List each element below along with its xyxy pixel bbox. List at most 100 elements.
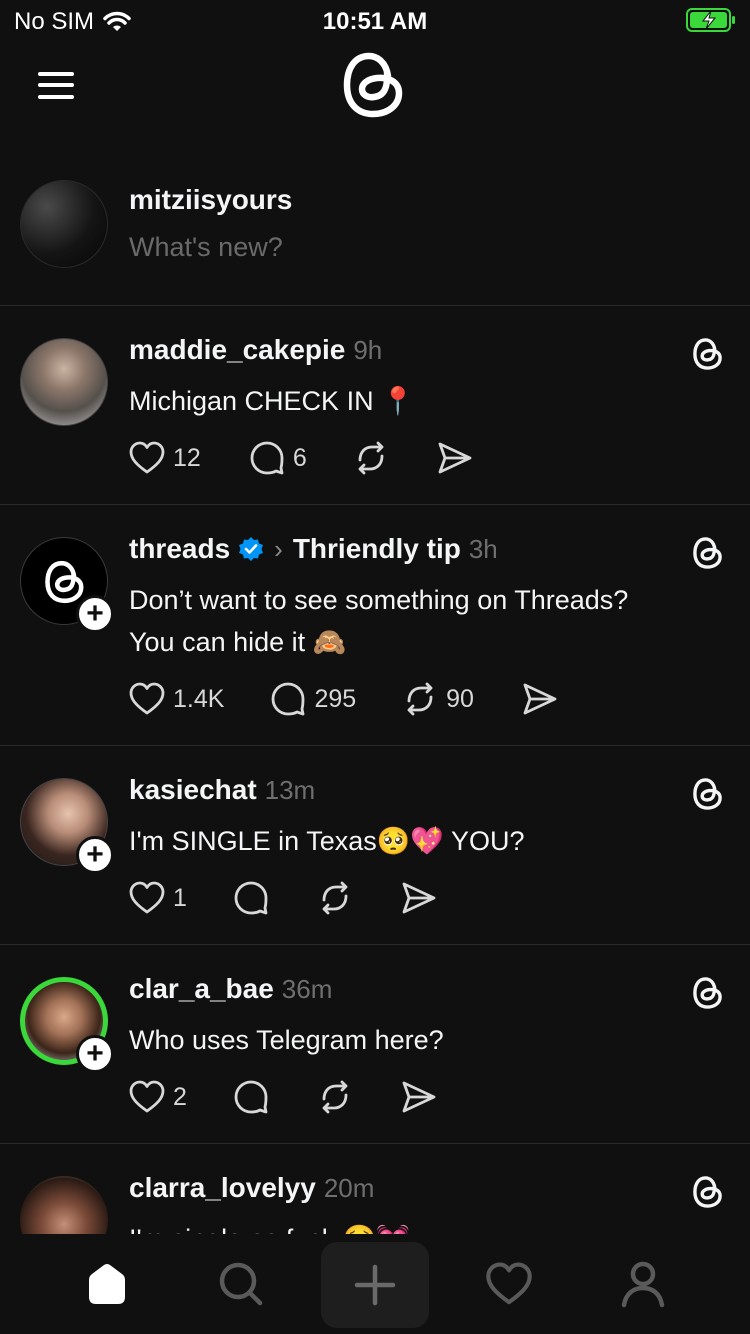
chevron-right-icon: › xyxy=(274,533,283,564)
post-text-line: You can hide it 🙈 xyxy=(129,627,347,657)
like-button[interactable]: 12 xyxy=(129,441,201,475)
share-button[interactable] xyxy=(437,441,473,475)
avatar[interactable] xyxy=(20,338,108,426)
search-icon xyxy=(219,1262,263,1306)
like-count: 12 xyxy=(173,443,201,472)
tab-activity[interactable] xyxy=(477,1256,541,1312)
post-time: 13m xyxy=(264,774,316,805)
post-actions: 12 6 xyxy=(129,440,473,476)
share-button[interactable] xyxy=(401,1080,437,1114)
composer-username: mitziisyours xyxy=(129,184,293,215)
plus-icon xyxy=(354,1264,396,1306)
like-button[interactable]: 2 xyxy=(129,1080,187,1114)
threads-icon xyxy=(693,338,722,370)
comment-icon xyxy=(272,682,305,716)
heart-icon xyxy=(129,1080,165,1113)
post-time: 9h xyxy=(353,334,383,365)
like-count: 1.4K xyxy=(173,684,225,713)
post[interactable]: + kasiechat 13m I'm SINGLE in Texas🥺💖 YO… xyxy=(0,746,750,944)
heart-icon xyxy=(129,441,165,474)
threads-icon xyxy=(693,977,722,1009)
reply-button[interactable]: 295 xyxy=(270,681,356,717)
reply-count: 295 xyxy=(314,684,357,713)
post[interactable]: + clar_a_bae 36m Who uses Telegram here?… xyxy=(0,945,750,1143)
verified-badge-icon xyxy=(239,537,264,561)
tab-create[interactable] xyxy=(321,1242,429,1328)
comment-icon xyxy=(234,881,268,915)
post-username[interactable]: clarra_lovelyy xyxy=(129,1172,316,1204)
threads-logo-icon[interactable] xyxy=(341,48,407,122)
repost-button[interactable] xyxy=(317,880,353,916)
like-button[interactable]: 1 xyxy=(129,881,187,915)
tab-home[interactable] xyxy=(75,1256,139,1312)
like-count: 1 xyxy=(173,883,187,912)
post-actions: 1.4K 295 90 xyxy=(129,681,558,717)
post[interactable]: maddie_cakepie 9h Michigan CHECK IN 📍 12… xyxy=(0,306,750,504)
post-text: Don’t want to see something on Threads? … xyxy=(129,579,719,663)
tab-bar xyxy=(0,1234,750,1334)
post-actions: 2 xyxy=(129,1079,437,1115)
composer-placeholder[interactable]: What's new? xyxy=(129,232,283,263)
post-username[interactable]: maddie_cakepie xyxy=(129,334,345,366)
avatar[interactable] xyxy=(20,180,108,268)
comment-icon xyxy=(250,441,284,475)
post-actions: 1 xyxy=(129,880,437,916)
status-time: 10:51 AM xyxy=(322,8,428,35)
post-username[interactable]: clar_a_bae xyxy=(129,973,274,1005)
repost-icon xyxy=(358,441,384,475)
follow-button[interactable]: + xyxy=(76,595,114,633)
post-username[interactable]: threads xyxy=(129,533,230,565)
repost-button[interactable] xyxy=(317,1079,353,1115)
profile-icon xyxy=(621,1261,665,1308)
repost-button[interactable]: 90 xyxy=(402,681,474,717)
repost-count: 90 xyxy=(446,684,474,713)
post-text: Michigan CHECK IN 📍 xyxy=(129,386,415,416)
post-text: I'm single as fuck 🥺💓 xyxy=(129,1218,719,1234)
status-bar: No SIM 10:51 AM xyxy=(0,0,750,42)
avatar[interactable] xyxy=(20,1176,108,1234)
menu-icon[interactable] xyxy=(36,68,76,102)
post-time: 20m xyxy=(323,1172,375,1203)
send-icon xyxy=(402,1081,436,1113)
reply-button[interactable] xyxy=(233,880,269,916)
post[interactable]: + threads › Thriendly tip 3h Don’t want … xyxy=(0,505,750,745)
threads-icon xyxy=(693,778,722,810)
heart-icon xyxy=(129,881,165,914)
reply-button[interactable] xyxy=(233,1079,269,1115)
send-icon xyxy=(438,442,472,474)
threads-icon xyxy=(693,537,722,569)
repost-icon xyxy=(407,682,433,716)
post-username[interactable]: kasiechat xyxy=(129,774,257,806)
post-topic[interactable]: Thriendly tip xyxy=(293,533,461,565)
comment-icon xyxy=(234,1080,268,1114)
reply-count: 6 xyxy=(292,443,307,472)
repost-icon xyxy=(322,1080,348,1114)
heart-icon xyxy=(486,1262,532,1305)
battery-charging-icon xyxy=(686,8,735,32)
tab-search[interactable] xyxy=(209,1256,273,1312)
share-button[interactable] xyxy=(401,881,437,915)
post-text-line: Don’t want to see something on Threads? xyxy=(129,585,629,615)
repost-icon xyxy=(322,881,348,915)
home-icon xyxy=(89,1264,125,1304)
post-time: 36m xyxy=(281,973,333,1004)
send-icon xyxy=(523,683,557,715)
repost-button[interactable] xyxy=(353,440,389,476)
threads-logo-icon xyxy=(45,560,84,604)
post-time: 3h xyxy=(468,533,498,564)
share-button[interactable] xyxy=(522,682,558,716)
follow-button[interactable]: + xyxy=(76,836,114,874)
like-button[interactable]: 1.4K xyxy=(129,682,224,716)
tab-profile[interactable] xyxy=(611,1256,675,1312)
post-text: I'm SINGLE in Texas🥺💖 YOU? xyxy=(129,826,525,856)
send-icon xyxy=(402,882,436,914)
like-count: 2 xyxy=(173,1082,187,1111)
heart-icon xyxy=(129,682,165,715)
follow-button[interactable]: + xyxy=(76,1035,114,1073)
top-bar xyxy=(0,42,750,138)
threads-icon xyxy=(693,1176,722,1208)
reply-button[interactable]: 6 xyxy=(249,440,307,476)
post[interactable]: clarra_lovelyy 20m I'm single as fuck 🥺💓 xyxy=(0,1144,750,1234)
composer[interactable]: mitziisyours What's new? xyxy=(0,170,750,305)
post-text: Who uses Telegram here? xyxy=(129,1025,444,1055)
